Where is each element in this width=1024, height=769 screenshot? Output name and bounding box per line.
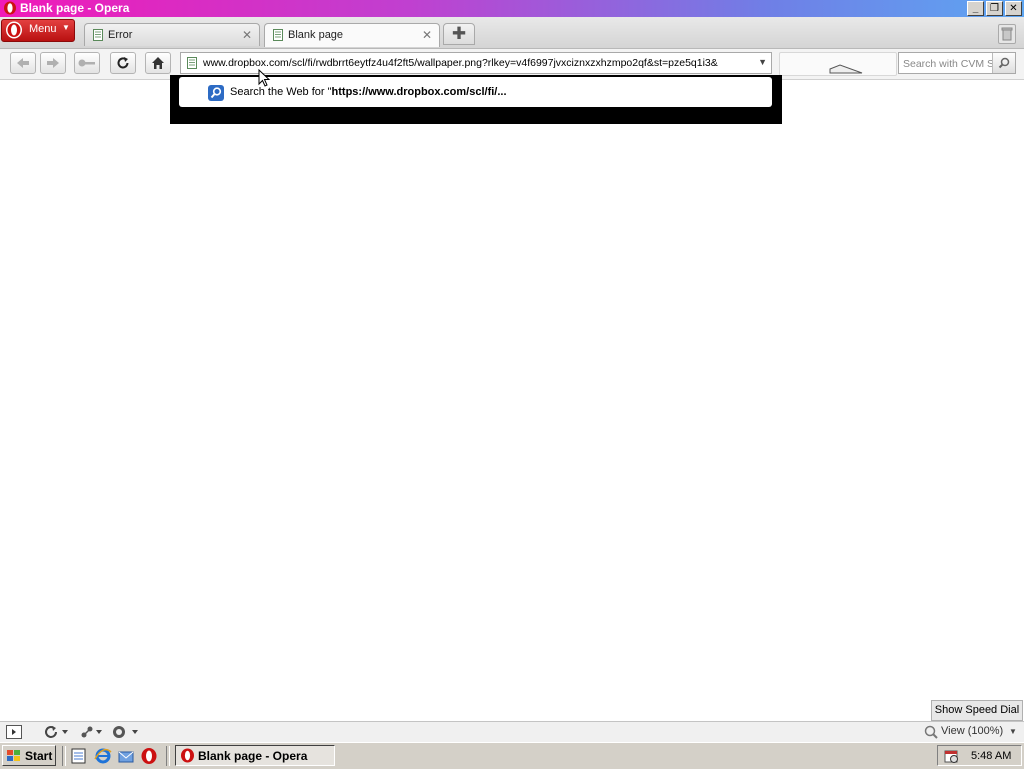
arrow-left-icon: [17, 58, 29, 68]
scheduler-icon[interactable]: [943, 748, 959, 764]
suggestion-query: https://www.dropbox.com/scl/fi/...: [331, 86, 507, 98]
zoom-level[interactable]: View (100%): [941, 725, 1003, 737]
page-icon: [93, 29, 103, 41]
arrow-right-icon: [47, 58, 59, 68]
internet-explorer-icon[interactable]: [94, 747, 112, 765]
start-button[interactable]: Start: [2, 745, 56, 766]
address-input[interactable]: www.dropbox.com/scl/fi/rwdbrrt6eytfz4u4f…: [203, 57, 753, 69]
taskbar: Start Blank page - Opera 5:48 AM: [0, 742, 1024, 769]
search-field[interactable]: Search with CVM S: [898, 52, 1016, 74]
turbo-icon: [113, 726, 138, 738]
opera-icon[interactable]: [140, 747, 158, 765]
status-bar: View (100%) ▼: [0, 721, 1024, 742]
start-label: Start: [25, 749, 53, 763]
reload-icon: [117, 57, 129, 69]
search-icon: [998, 57, 1010, 69]
mouse-cursor-icon: [258, 69, 271, 87]
opera-logo-icon: [4, 1, 16, 15]
divider: [166, 746, 170, 766]
opera-icon: [181, 748, 194, 763]
trash-icon: [1001, 27, 1013, 41]
reload-button[interactable]: [110, 52, 136, 74]
back-button[interactable]: [10, 52, 36, 74]
closed-tabs-trash-button[interactable]: [998, 24, 1016, 44]
tab-label: Blank page: [288, 29, 344, 41]
close-tab-icon[interactable]: ✕: [422, 28, 432, 42]
sync-icon: [45, 726, 68, 738]
system-tray: 5:48 AM: [937, 745, 1022, 766]
turbo-button[interactable]: [112, 724, 142, 740]
bookmark-area[interactable]: [779, 52, 897, 76]
page-icon: [273, 29, 283, 41]
chevron-down-icon: ▼: [62, 23, 70, 32]
page-icon: [187, 57, 197, 69]
keys-button[interactable]: [74, 52, 100, 74]
home-button[interactable]: [145, 52, 171, 74]
divider: [62, 746, 66, 766]
key-icon: [78, 59, 95, 67]
opera-logo-icon: [6, 21, 22, 39]
title-bar: Blank page - Opera _ ❐ ✕: [0, 0, 1024, 17]
unite-button[interactable]: [80, 724, 106, 740]
tab-label: Error: [108, 29, 133, 41]
zoom-icon: [924, 725, 938, 739]
tab-strip: Menu ▼ Error ✕ Blank page ✕ ✚: [0, 17, 1024, 49]
network-icon: [81, 726, 102, 738]
minimize-button[interactable]: _: [967, 1, 984, 16]
home-icon: [152, 57, 164, 69]
window-controls: _ ❐ ✕: [967, 1, 1022, 16]
restore-button[interactable]: ❐: [986, 1, 1003, 16]
taskbar-item-opera[interactable]: Blank page - Opera: [175, 745, 335, 766]
tab-error[interactable]: Error ✕: [84, 23, 260, 46]
search-input[interactable]: Search with CVM S: [903, 58, 993, 70]
tab-blank-page[interactable]: Blank page ✕: [264, 23, 440, 47]
outlook-express-icon[interactable]: [117, 747, 135, 765]
sync-button[interactable]: [44, 724, 70, 740]
forward-button[interactable]: [40, 52, 66, 74]
close-button[interactable]: ✕: [1005, 1, 1022, 16]
search-button[interactable]: [992, 53, 1015, 73]
suggestion-prefix: Search the Web for ": [230, 86, 332, 98]
new-tab-button[interactable]: ✚: [443, 23, 475, 45]
notepad-icon[interactable]: [70, 747, 88, 765]
chevron-down-icon[interactable]: ▼: [1009, 727, 1017, 736]
panel-icon: [6, 725, 22, 739]
search-icon: [208, 85, 224, 101]
taskbar-item-label: Blank page - Opera: [198, 749, 308, 763]
address-dropdown-icon[interactable]: ▼: [758, 57, 767, 67]
show-speed-dial-button[interactable]: Show Speed Dial: [931, 700, 1023, 721]
panel-toggle-button[interactable]: [6, 724, 22, 740]
clock: 5:48 AM: [971, 750, 1012, 762]
paper-icon: [829, 64, 863, 74]
close-tab-icon[interactable]: ✕: [242, 28, 252, 42]
opera-menu-button[interactable]: Menu ▼: [1, 19, 75, 42]
window-title: Blank page - Opera: [20, 1, 130, 15]
menu-label: Menu: [29, 23, 57, 35]
windows-flag-icon: [7, 750, 20, 761]
